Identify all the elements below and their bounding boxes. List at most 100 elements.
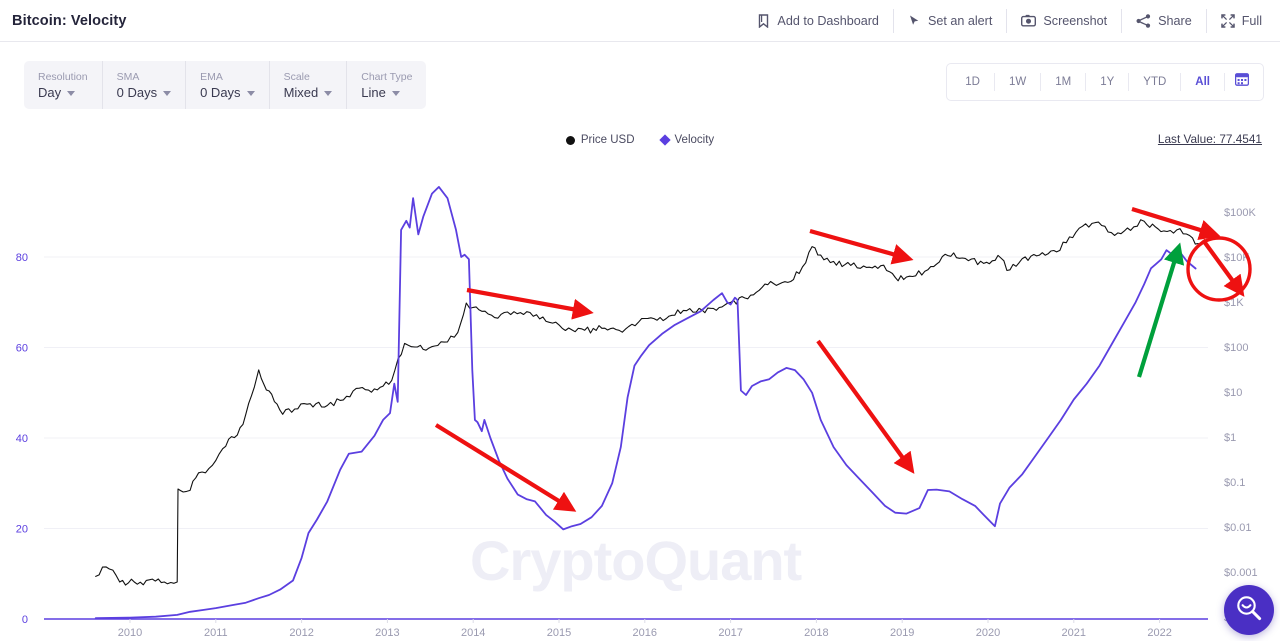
y-axis-left-labels: 0 20 40 60 80 [16,252,28,626]
y-right-tick: $10 [1224,387,1242,399]
x-axis-tick: 2014 [461,627,485,639]
range-1y[interactable]: 1Y [1086,73,1130,91]
bookmark-icon [757,13,770,28]
legend-item-velocity[interactable]: Velocity [658,134,715,146]
fullscreen-button[interactable]: Full [1207,9,1272,33]
camera-icon [1021,14,1037,27]
chevron-down-icon [324,90,333,96]
calendar-picker-button[interactable] [1225,73,1259,91]
velocity-down-arrow-1 [434,423,577,512]
ema-label: EMA [200,70,223,83]
x-axis-tick: 2021 [1062,627,1086,639]
chevron-down-icon [67,90,76,96]
range-ytd[interactable]: YTD [1129,73,1182,91]
chart-legend: Price USD Velocity [0,131,1280,149]
velocity-down-arrow-2 [816,339,915,474]
ema-value: 0 Days [200,84,241,100]
scale-label: Scale [283,70,310,83]
page-title: Bitcoin: Velocity [12,12,127,29]
x-axis-tick: 2018 [804,627,828,639]
header-actions: Add to Dashboard Set an alert Screenshot… [743,8,1272,33]
sma-value: 0 Days [116,84,158,100]
velocity-marker-icon [658,134,671,146]
page-header: Bitcoin: Velocity Add to Dashboard Set a… [0,0,1280,42]
scale-value-row: Mixed [284,84,333,101]
series-line-price-usd[interactable] [95,219,1199,586]
x-axis-tick: 2015 [547,627,571,639]
range-all[interactable]: All [1181,73,1225,91]
resolution-value-row: Day [38,84,88,101]
y-left-tick: 0 [22,614,28,626]
set-alert-label: Set an alert [927,13,993,28]
screenshot-button[interactable]: Screenshot [1007,8,1123,33]
gridlines [44,256,1208,623]
range-1m[interactable]: 1M [1041,73,1087,91]
alert-cursor-icon [908,14,921,28]
circle-down-arrow [1201,238,1245,297]
x-axis-tick: 2019 [890,627,914,639]
price-marker-icon [565,135,575,145]
ema-dropdown[interactable]: EMA 0 Days [186,61,270,109]
controls-row: Resolution Day SMA 0 Days EMA 0 Days Sca… [0,43,1280,115]
add-to-dashboard-button[interactable]: Add to Dashboard [743,8,894,33]
scale-dropdown[interactable]: Scale Mixed [270,61,348,109]
scale-value: Mixed [283,84,319,100]
ema-value-row: 0 Days [200,84,255,101]
fullscreen-label: Full [1241,13,1262,28]
add-to-dashboard-label: Add to Dashboard [777,13,879,28]
legend-label-velocity: Velocity [674,134,715,146]
y-right-tick: $100 [1224,342,1248,354]
chart-type-dropdown[interactable]: Chart Type Line [347,61,426,109]
x-axis-tick: 2010 [118,627,142,639]
x-axis-tick: 2011 [204,627,228,639]
chart-type-value: Line [361,84,386,100]
sma-label: SMA [116,70,140,83]
chart-type-value-row: Line [361,84,412,101]
share-label: Share [1158,13,1192,28]
sma-value-row: 0 Days [116,84,172,101]
x-axis-tick: 2013 [375,627,399,639]
support-search-button[interactable] [1224,585,1274,635]
velocity-up-arrow [1136,242,1185,378]
y-right-tick: $1 [1224,432,1236,444]
legend-item-price[interactable]: Price USD [565,134,635,146]
x-axis-tick: 2017 [718,627,742,639]
series-lines [94,186,1199,619]
highlight-circle [1186,236,1252,302]
chart-type-label: Chart Type [361,70,413,83]
time-range-selector: 1D 1W 1M 1Y YTD All [946,63,1264,101]
chart-settings-group: Resolution Day SMA 0 Days EMA 0 Days Sca… [24,61,427,109]
resolution-label: Resolution [38,70,88,83]
legend-label-price: Price USD [580,134,635,146]
price-down-arrow-1 [466,287,594,320]
fullscreen-icon [1220,13,1235,28]
x-axis-tick: 2016 [633,627,657,639]
last-value-label[interactable]: Last Value: 77.4541 [1158,132,1262,146]
chart-page: Bitcoin: Velocity Add to Dashboard Set a… [0,0,1280,641]
y-left-tick: 20 [16,524,28,536]
x-axis-tick: 2012 [289,627,313,639]
y-right-tick: $100K [1224,207,1256,219]
resolution-dropdown[interactable]: Resolution Day [24,61,103,109]
y-axis-right-labels: $100K$10K$1K$100$10$1$0.1$0.01$0.001$0.0… [1224,207,1264,624]
y-right-tick: $0.1 [1224,477,1245,489]
y-left-tick: 40 [16,433,28,445]
series-line-velocity[interactable] [94,186,1197,619]
share-button[interactable]: Share [1122,8,1207,33]
resolution-value: Day [38,84,62,100]
chart-svg[interactable]: 020406080 $100K$10K$1K$100$10$1$0.1$0.01… [0,160,1280,641]
range-1w[interactable]: 1W [995,73,1042,91]
price-down-arrow-2 [809,228,914,265]
chevron-down-icon [391,90,400,96]
x-axis-tick: 2020 [976,627,1000,639]
y-left-tick: 80 [16,252,28,264]
share-icon [1136,13,1151,28]
x-axis-labels: 2010 2011 2012 2013 2014 2015 2016 2017 2018 2019… [118,627,1172,639]
y-right-tick: $0.01 [1224,522,1252,534]
set-alert-button[interactable]: Set an alert [894,8,1008,33]
screenshot-label: Screenshot [1043,13,1108,28]
range-1d[interactable]: 1D [951,73,995,91]
sma-dropdown[interactable]: SMA 0 Days [103,61,187,109]
search-smile-icon [1235,594,1263,627]
chevron-down-icon [163,90,172,96]
